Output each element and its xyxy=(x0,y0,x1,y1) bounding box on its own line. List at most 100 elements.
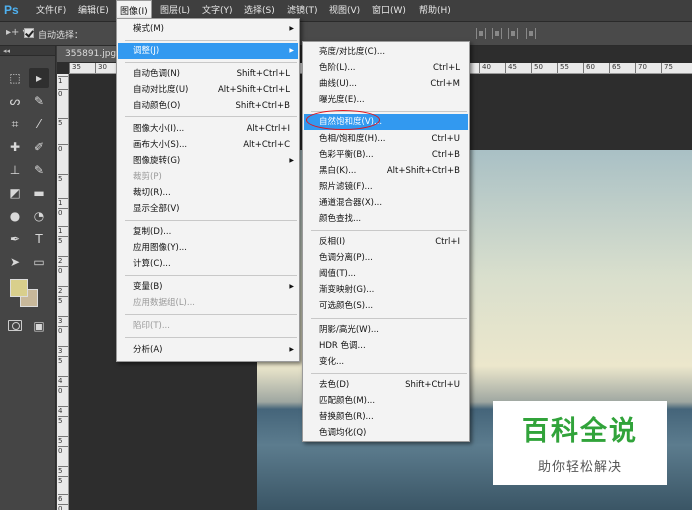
menu-item-levels[interactable]: 色阶(L)... Ctrl+L xyxy=(304,60,468,76)
menu-item-hdr-toning[interactable]: HDR 色调... xyxy=(304,338,468,354)
ruler-tick: 3 xyxy=(58,346,68,356)
menu-item-desaturate[interactable]: 去色(D) Shift+Ctrl+U xyxy=(304,377,468,393)
screen-mode-icon[interactable]: ▣ xyxy=(29,316,49,336)
tools-panel: ◂◂ ⬚ ▸ ᔕ ✎ ⌗ ⁄ ✚ ✐ ⊥ ✎ ◩ ▬ ● ◔ ✒ T ➤ ▭ ▣ xyxy=(0,46,56,510)
menu-item-replace-color[interactable]: 替换颜色(R)... xyxy=(304,409,468,425)
menu-item-reveal-all[interactable]: 显示全部(V) xyxy=(118,201,298,217)
auto-select-checkbox[interactable] xyxy=(24,28,34,38)
menu-item-auto-color[interactable]: 自动颜色(O) Shift+Ctrl+B xyxy=(118,98,298,114)
menu-help[interactable]: 帮助(H) xyxy=(419,0,451,22)
menu-item-image-rotation[interactable]: 图像旋转(G) ▶ xyxy=(118,153,298,169)
pen-tool-icon[interactable]: ✒ xyxy=(5,229,25,249)
ruler-tick: 1 xyxy=(58,76,68,86)
distribute-icon[interactable] xyxy=(508,28,518,39)
ruler-tick: 0 xyxy=(58,504,68,510)
eraser-tool-icon[interactable]: ◩ xyxy=(5,183,25,203)
red-annotation-oval xyxy=(306,110,380,130)
ruler-tick: 45 xyxy=(505,63,517,73)
menu-item-color-balance[interactable]: 色彩平衡(B)... Ctrl+B xyxy=(304,147,468,163)
photoshop-logo: Ps xyxy=(4,3,19,17)
menu-item-photo-filter[interactable]: 照片滤镜(F)... xyxy=(304,179,468,195)
menu-file[interactable]: 文件(F) xyxy=(36,0,66,22)
auto-align-icon[interactable] xyxy=(526,28,536,39)
menu-item-posterize[interactable]: 色调分离(P)... xyxy=(304,250,468,266)
ruler-tick: 50 xyxy=(531,63,543,73)
quick-mask-icon[interactable] xyxy=(8,320,22,331)
crop-tool-icon[interactable]: ⌗ xyxy=(5,114,25,134)
menu-item-mode[interactable]: 模式(M) ▶ xyxy=(118,21,298,37)
menu-item-color-lookup[interactable]: 颜色查找... xyxy=(304,211,468,227)
ruler-tick: 30 xyxy=(95,63,107,73)
menu-item-black-white[interactable]: 黑白(K)... Alt+Shift+Ctrl+B xyxy=(304,163,468,179)
tools-collapse-handle[interactable]: ◂◂ xyxy=(0,46,55,56)
move-tool-icon[interactable]: ▸ xyxy=(29,68,49,88)
blur-tool-icon[interactable]: ● xyxy=(5,206,25,226)
menu-item-shadows-highlights[interactable]: 阴影/高光(W)... xyxy=(304,322,468,338)
menu-window[interactable]: 窗口(W) xyxy=(372,0,406,22)
menu-item-duplicate[interactable]: 复制(D)... xyxy=(118,224,298,240)
menu-item-auto-tone[interactable]: 自动色调(N) Shift+Ctrl+L xyxy=(118,66,298,82)
brush-tool-icon[interactable]: ✐ xyxy=(29,137,49,157)
quick-select-tool-icon[interactable]: ✎ xyxy=(29,91,49,111)
watermark-subtitle: 助你轻松解决 xyxy=(537,460,622,475)
healing-brush-icon[interactable]: ✚ xyxy=(5,137,25,157)
menu-item-calculations[interactable]: 计算(C)... xyxy=(118,256,298,272)
lasso-tool-icon[interactable]: ᔕ xyxy=(5,91,25,111)
menu-item-auto-contrast[interactable]: 自动对比度(U) Alt+Shift+Ctrl+L xyxy=(118,82,298,98)
ruler-tick: 0 xyxy=(58,446,68,456)
menu-item-brightness-contrast[interactable]: 亮度/对比度(C)... xyxy=(304,44,468,60)
marquee-tool-icon[interactable]: ⬚ xyxy=(5,68,25,88)
menu-item-trim[interactable]: 裁切(R)... xyxy=(118,185,298,201)
menu-item-channel-mixer[interactable]: 通道混合器(X)... xyxy=(304,195,468,211)
menu-item-equalize[interactable]: 色调均化(Q) xyxy=(304,425,468,441)
menu-item-hue-saturation[interactable]: 色相/饱和度(H)... Ctrl+U xyxy=(304,131,468,147)
menu-item-variables[interactable]: 变量(B) ▶ xyxy=(118,279,298,295)
menu-item-match-color[interactable]: 匹配颜色(M)... xyxy=(304,393,468,409)
menu-item-variations[interactable]: 变化... xyxy=(304,354,468,370)
ruler-tick: 2 xyxy=(58,256,68,266)
ruler-tick: 35 xyxy=(69,63,81,73)
menu-item-image-size[interactable]: 图像大小(I)... Alt+Ctrl+I xyxy=(118,121,298,137)
menu-bar: Ps 文件(F) 编辑(E) 图像(I) 图层(L) 文字(Y) 选择(S) 滤… xyxy=(0,0,692,22)
ruler-tick: 0 xyxy=(58,266,68,276)
menu-item-trap: 陷印(T)... xyxy=(133,321,170,331)
image-menu: 模式(M) ▶ 调整(J) ▶ 自动色调(N) Shift+Ctrl+L 自动对比度(… xyxy=(116,18,300,362)
history-brush-icon[interactable]: ✎ xyxy=(29,160,49,180)
align-icon[interactable] xyxy=(476,28,486,39)
ruler-tick: 0 xyxy=(58,208,68,218)
type-tool-icon[interactable]: T xyxy=(29,229,49,249)
menu-item-analysis[interactable]: 分析(A) ▶ xyxy=(118,342,298,358)
distribute-icon[interactable] xyxy=(492,28,502,39)
menu-edit[interactable]: 编辑(E) xyxy=(78,0,109,22)
ruler-tick: 5 xyxy=(58,236,68,246)
ruler-tick: 1 xyxy=(58,198,68,208)
ruler-tick: 5 xyxy=(58,476,68,486)
gradient-tool-icon[interactable]: ▬ xyxy=(29,183,49,203)
menu-item-curves[interactable]: 曲线(U)... Ctrl+M xyxy=(304,76,468,92)
menu-item-gradient-map[interactable]: 渐变映射(G)... xyxy=(304,282,468,298)
ruler-tick: 0 xyxy=(58,326,68,336)
menu-item-threshold[interactable]: 阈值(T)... xyxy=(304,266,468,282)
eyedropper-tool-icon[interactable]: ⁄ xyxy=(29,114,49,134)
menu-item-apply-image[interactable]: 应用图像(Y)... xyxy=(118,240,298,256)
menu-item-invert[interactable]: 反相(I) Ctrl+I xyxy=(304,234,468,250)
ruler-tick: 5 xyxy=(58,174,68,184)
dodge-tool-icon[interactable]: ◔ xyxy=(29,206,49,226)
watermark: 百科全说 助你轻松解决 xyxy=(493,401,667,485)
menu-item-selective-color[interactable]: 可选颜色(S)... xyxy=(304,298,468,314)
stamp-tool-icon[interactable]: ⊥ xyxy=(5,160,25,180)
ruler-tick: 5 xyxy=(58,416,68,426)
document-tab[interactable]: 355891.jpg xyxy=(57,46,117,62)
menu-item-apply-data-set: 应用数据组(L)... xyxy=(133,298,195,308)
ruler-tick: 3 xyxy=(58,316,68,326)
menu-view[interactable]: 视图(V) xyxy=(329,0,360,22)
ruler-tick: 55 xyxy=(557,63,569,73)
ruler-tick: 5 xyxy=(58,436,68,446)
foreground-color-swatch[interactable] xyxy=(10,279,28,297)
vertical-ruler: 1 0 5 0 5 1 0 1 5 2 0 2 5 3 0 3 5 4 0 4 … xyxy=(57,74,69,510)
menu-item-canvas-size[interactable]: 画布大小(S)... Alt+Ctrl+C xyxy=(118,137,298,153)
menu-item-exposure[interactable]: 曝光度(E)... xyxy=(304,92,468,108)
menu-item-adjustments[interactable]: 调整(J) ▶ xyxy=(118,43,298,59)
shape-tool-icon[interactable]: ▭ xyxy=(29,252,49,272)
ruler-tick: 4 xyxy=(58,376,68,386)
